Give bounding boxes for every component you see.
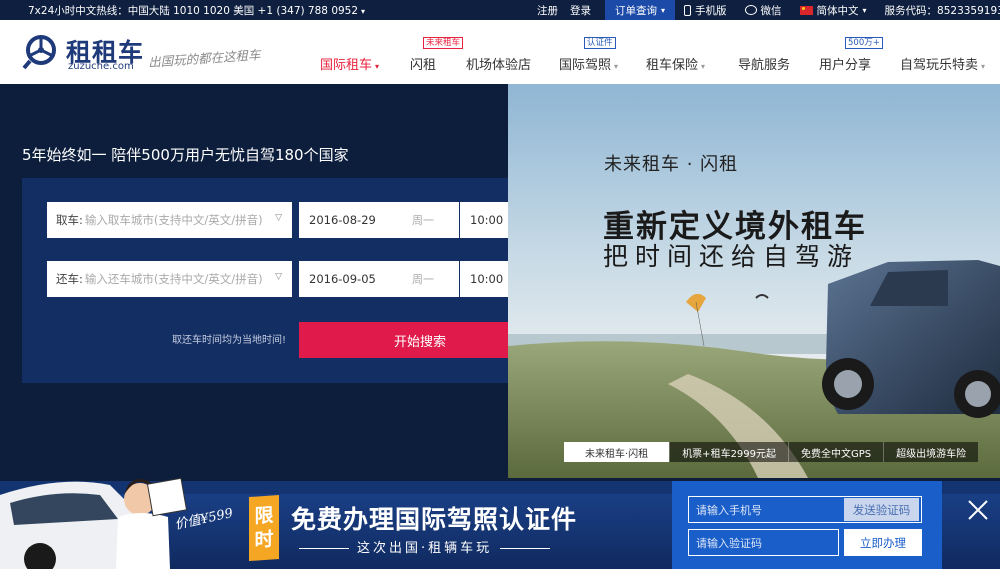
return-weekday: 周一: [412, 273, 434, 286]
nav-badge-future: 未来租车: [423, 37, 464, 49]
verification-code-input[interactable]: 请输入验证码: [688, 529, 839, 556]
nav-self-drive-deals[interactable]: 自驾玩乐特卖 ▾: [900, 54, 985, 73]
promo-title: 免费办理国际驾照认证件: [291, 505, 578, 534]
order-lookup-menu[interactable]: 订单查询 ▾: [605, 0, 676, 20]
hotline-text: 7x24小时中文热线：中国大陆 1010 1020 美国 +1 (347) 78…: [28, 5, 359, 17]
register-link[interactable]: 注册: [537, 3, 558, 18]
return-date-input[interactable]: 2016-09-05 周一: [299, 261, 459, 297]
chevron-down-icon: ▽: [275, 213, 282, 223]
nav-flash-rental[interactable]: 闪租: [410, 54, 436, 73]
apply-now-button[interactable]: 立即办理: [844, 529, 922, 556]
pickup-date-value: 2016-08-29: [309, 213, 376, 227]
nav-label: 自驾玩乐特卖: [900, 58, 979, 73]
service-code: 服务代码：8523359193: [884, 4, 1000, 17]
send-code-button[interactable]: 发送验证码: [844, 498, 919, 521]
language-selector[interactable]: 简体中文 ▾: [791, 0, 876, 20]
banner-tab[interactable]: 未来租车·闪租: [564, 442, 670, 462]
pickup-label: 取车:: [56, 213, 83, 227]
nav-international-rental[interactable]: 国际租车 ▾: [320, 54, 379, 73]
return-label: 还车:: [56, 272, 83, 286]
banner-image: [508, 84, 1000, 478]
wechat-link[interactable]: 微信: [736, 0, 791, 20]
nav-label: 国际驾照: [559, 58, 612, 73]
site-header: 租租车 zuzuche.com 出国玩的都在这租车 国际租车 ▾ 未来租车 闪租 …: [0, 20, 1000, 84]
return-time-value: 10:00: [470, 272, 504, 286]
search-button[interactable]: 开始搜索: [299, 322, 541, 358]
nav-navigation-service[interactable]: 导航服务: [738, 54, 790, 73]
chevron-down-icon: ▾: [701, 62, 706, 71]
banner-tab[interactable]: 免费全中文GPS: [788, 442, 884, 462]
hotline[interactable]: 7x24小时中文热线：中国大陆 1010 1020 美国 +1 (347) 78…: [28, 3, 365, 18]
wechat-icon: [744, 5, 757, 15]
banner-tabs: 未来租车·闪租 机票+租车2999元起 免费全中文GPS 超级出境游车险: [564, 442, 979, 462]
mobile-version-link[interactable]: 手机版: [675, 0, 736, 20]
nav-label: 租车保险: [646, 58, 699, 73]
close-icon[interactable]: [966, 498, 990, 522]
hero-banner[interactable]: [508, 84, 1000, 478]
nav-label: 国际租车: [320, 58, 373, 73]
language-label: 简体中文: [816, 4, 859, 17]
chevron-down-icon: ▾: [981, 62, 986, 71]
pickup-time-value: 10:00: [470, 213, 504, 227]
promo-subtitle: 这次出国·租辆车玩: [291, 537, 558, 556]
pickup-city-input[interactable]: 取车: 输入取车城市(支持中文/英文/拼音) ▽: [47, 202, 292, 238]
limit-char: 限: [254, 504, 274, 528]
limit-char: 时: [254, 528, 274, 552]
chevron-down-icon: ▾: [661, 5, 666, 15]
banner-tab[interactable]: 超级出境游车险: [883, 442, 979, 462]
nav-rental-insurance[interactable]: 租车保险 ▾: [646, 54, 705, 73]
nav-badge-users: 500万+: [845, 37, 883, 49]
nav-airport-store[interactable]: 机场体验店: [466, 54, 531, 73]
banner-subheadline: 把时间还给自驾游: [603, 242, 860, 271]
phone-icon: [684, 4, 692, 16]
login-link[interactable]: 登录: [570, 3, 591, 18]
chevron-down-icon: ▾: [862, 5, 867, 15]
return-date-value: 2016-09-05: [309, 272, 376, 286]
nav-user-share[interactable]: 用户分享: [819, 54, 871, 73]
pickup-placeholder: 输入取车城市(支持中文/英文/拼音): [84, 213, 263, 227]
nav-badge-cert: 认证件: [584, 37, 616, 49]
local-time-note: 取还车时间均为当地时间!: [172, 335, 287, 346]
china-flag-icon: [799, 5, 813, 15]
top-bar: 7x24小时中文热线：中国大陆 1010 1020 美国 +1 (347) 78…: [0, 0, 1000, 20]
chevron-down-icon: ▽: [275, 272, 282, 282]
order-lookup-label: 订单查询: [615, 4, 657, 17]
return-placeholder: 输入还车城市(支持中文/英文/拼音): [84, 272, 263, 286]
nav-international-license[interactable]: 国际驾照 ▾: [559, 54, 618, 73]
pickup-weekday: 周一: [412, 214, 434, 227]
main-nav: 国际租车 ▾ 未来租车 闪租 机场体验店 认证件 国际驾照 ▾ 租车保险 ▾ 导航服务…: [0, 20, 1000, 84]
banner-tab[interactable]: 机票+租车2999元起: [669, 442, 789, 462]
chevron-down-icon: ▾: [361, 7, 366, 16]
hero-tagline: 5年始终如一 陪伴500万用户无忧自驾180个国家: [22, 146, 349, 164]
banner-small-title: 未来租车 · 闪租: [604, 154, 739, 175]
limited-time-badge: 限 时: [249, 494, 279, 562]
pickup-date-input[interactable]: 2016-08-29 周一: [299, 202, 459, 238]
mobile-label: 手机版: [695, 4, 727, 17]
wechat-label: 微信: [760, 4, 782, 17]
chevron-down-icon: ▾: [375, 62, 380, 71]
return-city-input[interactable]: 还车: 输入还车城市(支持中文/英文/拼音) ▽: [47, 261, 292, 297]
chevron-down-icon: ▾: [614, 62, 619, 71]
